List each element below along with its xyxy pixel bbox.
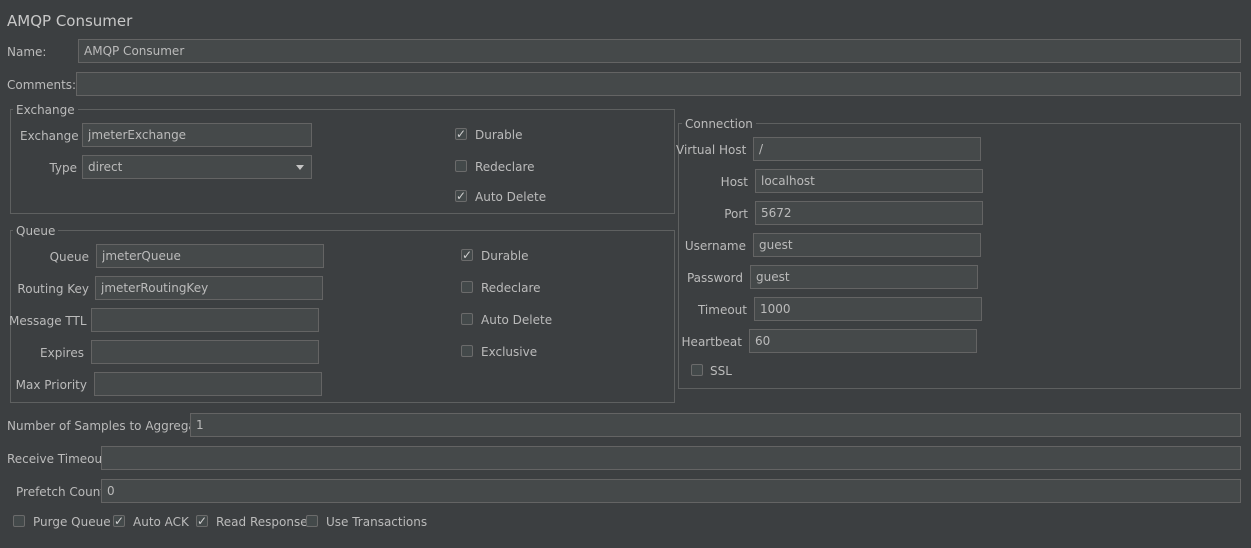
queue-auto-delete-checkbox[interactable] xyxy=(461,313,473,325)
purge-queue-label: Purge Queue xyxy=(33,515,111,529)
comments-label: Comments: xyxy=(7,78,77,92)
receive-timeout-label: Receive Timeout xyxy=(7,452,107,466)
type-label: Type xyxy=(49,161,77,175)
host-input[interactable] xyxy=(755,169,983,193)
connection-legend: Connection xyxy=(682,117,756,131)
routing-key-input[interactable] xyxy=(95,276,323,300)
read-response-label: Read Response xyxy=(216,515,308,529)
comments-input[interactable] xyxy=(76,72,1241,96)
read-response-checkbox[interactable]: ✓ xyxy=(196,515,208,527)
queue-redeclare-checkbox[interactable] xyxy=(461,281,473,293)
host-label: Host xyxy=(720,175,748,189)
expires-input[interactable] xyxy=(91,340,319,364)
username-input[interactable] xyxy=(753,233,981,257)
exchange-auto-delete-label: Auto Delete xyxy=(475,190,547,204)
samples-input[interactable] xyxy=(190,413,1241,437)
type-select[interactable]: direct xyxy=(82,155,312,179)
routing-key-label: Routing Key xyxy=(17,282,89,296)
heartbeat-label: Heartbeat xyxy=(681,335,742,349)
virtual-host-input[interactable] xyxy=(753,137,981,161)
message-ttl-input[interactable] xyxy=(91,308,319,332)
port-label: Port xyxy=(724,207,748,221)
type-select-value: direct xyxy=(88,160,123,174)
samples-label: Number of Samples to Aggregate xyxy=(7,419,208,433)
exchange-legend: Exchange xyxy=(13,103,78,117)
ssl-checkbox[interactable] xyxy=(691,364,703,376)
max-priority-input[interactable] xyxy=(94,372,322,396)
use-transactions-checkbox[interactable] xyxy=(306,515,318,527)
virtual-host-label: Virtual Host xyxy=(676,143,747,157)
queue-exclusive-label: Exclusive xyxy=(481,345,538,359)
message-ttl-label: Message TTL xyxy=(9,314,87,328)
max-priority-label: Max Priority xyxy=(15,378,87,392)
auto-ack-label: Auto ACK xyxy=(133,515,189,529)
queue-redeclare-label: Redeclare xyxy=(481,281,541,295)
queue-legend: Queue xyxy=(13,224,59,238)
expires-label: Expires xyxy=(40,346,84,360)
prefetch-count-label: Prefetch Count xyxy=(16,485,106,499)
prefetch-count-input[interactable] xyxy=(101,479,1241,503)
timeout-label: Timeout xyxy=(697,303,747,317)
chevron-down-icon[interactable] xyxy=(296,165,304,170)
name-input[interactable] xyxy=(78,39,1241,63)
queue-exclusive-checkbox[interactable] xyxy=(461,345,473,357)
username-label: Username xyxy=(684,239,746,253)
exchange-input[interactable] xyxy=(82,123,312,147)
password-input[interactable] xyxy=(750,265,978,289)
ssl-label: SSL xyxy=(710,364,732,378)
password-label: Password xyxy=(686,271,743,285)
exchange-durable-label: Durable xyxy=(475,128,523,142)
exchange-durable-checkbox[interactable]: ✓ xyxy=(455,128,467,140)
queue-durable-checkbox[interactable]: ✓ xyxy=(461,249,473,261)
exchange-label: Exchange xyxy=(20,129,79,143)
purge-queue-checkbox[interactable] xyxy=(13,515,25,527)
queue-durable-label: Durable xyxy=(481,249,529,263)
queue-label: Queue xyxy=(49,250,89,264)
queue-input[interactable] xyxy=(96,244,324,268)
heartbeat-input[interactable] xyxy=(749,329,977,353)
use-transactions-label: Use Transactions xyxy=(326,515,428,529)
queue-auto-delete-label: Auto Delete xyxy=(481,313,553,327)
exchange-redeclare-checkbox[interactable] xyxy=(455,160,467,172)
exchange-redeclare-label: Redeclare xyxy=(475,160,535,174)
name-label: Name: xyxy=(7,45,47,59)
receive-timeout-input[interactable] xyxy=(101,446,1241,470)
auto-ack-checkbox[interactable]: ✓ xyxy=(113,515,125,527)
timeout-input[interactable] xyxy=(754,297,982,321)
exchange-auto-delete-checkbox[interactable]: ✓ xyxy=(455,190,467,202)
page-title: AMQP Consumer xyxy=(7,12,133,30)
port-input[interactable] xyxy=(755,201,983,225)
